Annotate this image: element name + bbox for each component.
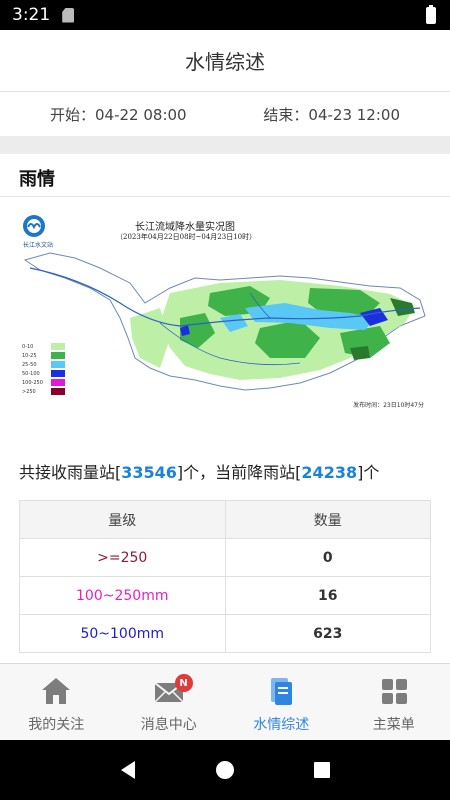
legend-label: 100-250 xyxy=(22,379,43,386)
legend-label: 25-50 xyxy=(22,361,37,368)
level-cell: 50~100mm xyxy=(19,614,226,653)
back-icon[interactable] xyxy=(117,759,139,781)
tab-main-menu[interactable]: 主菜单 xyxy=(338,664,450,740)
end-date[interactable]: 结束：04-23 12:00 xyxy=(263,104,400,125)
status-time: 3:21 xyxy=(12,5,51,25)
count-cell: 16 xyxy=(224,576,431,615)
tab-message-center[interactable]: N 消息中心 xyxy=(113,664,226,740)
status-bar: 3:21 xyxy=(0,0,450,30)
rainfall-level-table: 量级 数量 >=250 0 100~250mm 16 50~100mm 623 xyxy=(19,500,431,653)
legend-swatch xyxy=(51,361,65,368)
legend-swatch xyxy=(51,352,65,359)
legend-item: 50-100 xyxy=(22,369,68,378)
map-org: 长江水文站 xyxy=(23,242,54,249)
recents-square-icon[interactable] xyxy=(311,759,333,781)
level-cell: >=250 xyxy=(19,538,226,577)
table-row[interactable]: >=250 0 xyxy=(19,538,431,577)
home-icon xyxy=(42,678,71,704)
map-title: 长江流域降水量实况图 xyxy=(135,222,235,233)
section-title-rain: 雨情 xyxy=(19,169,55,190)
legend-item: >250 xyxy=(22,387,68,396)
raining-stations: 24238 xyxy=(301,463,358,482)
legend-swatch xyxy=(51,379,65,386)
header-level: 量级 xyxy=(19,500,226,539)
page-title: 水情综述 xyxy=(0,30,450,92)
date-range: 开始：04-22 08:00 结束：04-23 12:00 xyxy=(0,92,450,136)
table-row[interactable]: 50~100mm 623 xyxy=(19,614,431,653)
legend-swatch xyxy=(51,370,65,377)
table-header-row: 量级 数量 xyxy=(19,500,431,539)
home-circle-icon[interactable] xyxy=(214,759,236,781)
station-summary: 共接收雨量站[33546]个，当前降雨站[24238]个 xyxy=(19,459,379,483)
map-publish-time: 发布时间：23日10时47分 xyxy=(353,402,424,409)
tab-water-overview[interactable]: 水情综述 xyxy=(225,664,338,740)
tab-label: 主菜单 xyxy=(372,717,415,733)
section-divider xyxy=(0,136,450,154)
summary-suffix: ]个 xyxy=(357,463,380,482)
summary-prefix: 共接收雨量站[ xyxy=(19,463,122,482)
legend-label: 0-10 xyxy=(22,343,34,350)
header-count: 数量 xyxy=(224,500,431,539)
notification-badge: N xyxy=(174,674,193,692)
total-stations: 33546 xyxy=(121,463,177,482)
table-row[interactable]: 100~250mm 16 xyxy=(19,576,431,615)
legend-label: >250 xyxy=(22,388,36,395)
hydrology-logo-icon xyxy=(23,215,45,237)
legend-item: 0-10 xyxy=(22,342,68,351)
count-cell: 623 xyxy=(224,614,431,653)
legend-label: 50-100 xyxy=(22,370,40,377)
divider xyxy=(0,196,450,197)
rainfall-map[interactable]: 长江流域降水量实况图 （2023年04月22日08时~04月23日10时） 长江… xyxy=(20,208,430,413)
level-cell: 100~250mm xyxy=(19,576,226,615)
legend-item: 100-250 xyxy=(22,378,68,387)
start-date[interactable]: 开始：04-22 08:00 xyxy=(50,104,187,125)
bottom-tab-bar: 我的关注 N 消息中心 水情综述 主菜单 xyxy=(0,663,450,740)
legend-swatch xyxy=(51,343,65,350)
map-subtitle: （2023年04月22日08时~04月23日10时） xyxy=(116,233,257,241)
map-legend: 0-10 10-25 25-50 50-100 100-250 >250 xyxy=(22,342,68,396)
battery-icon xyxy=(426,5,436,24)
sim-card-icon xyxy=(62,7,75,23)
tab-label: 我的关注 xyxy=(28,717,85,733)
count-cell: 0 xyxy=(224,538,431,577)
legend-swatch xyxy=(51,388,65,395)
legend-label: 10-25 xyxy=(22,352,37,359)
system-nav-bar xyxy=(0,740,450,800)
summary-middle: ]个，当前降雨站[ xyxy=(176,463,302,482)
tab-my-follow[interactable]: 我的关注 xyxy=(0,664,113,740)
tab-label: 消息中心 xyxy=(140,717,197,733)
grid-icon xyxy=(381,679,407,704)
legend-item: 25-50 xyxy=(22,360,68,369)
document-icon xyxy=(271,678,293,705)
tab-label: 水情综述 xyxy=(253,717,310,733)
legend-item: 10-25 xyxy=(22,351,68,360)
